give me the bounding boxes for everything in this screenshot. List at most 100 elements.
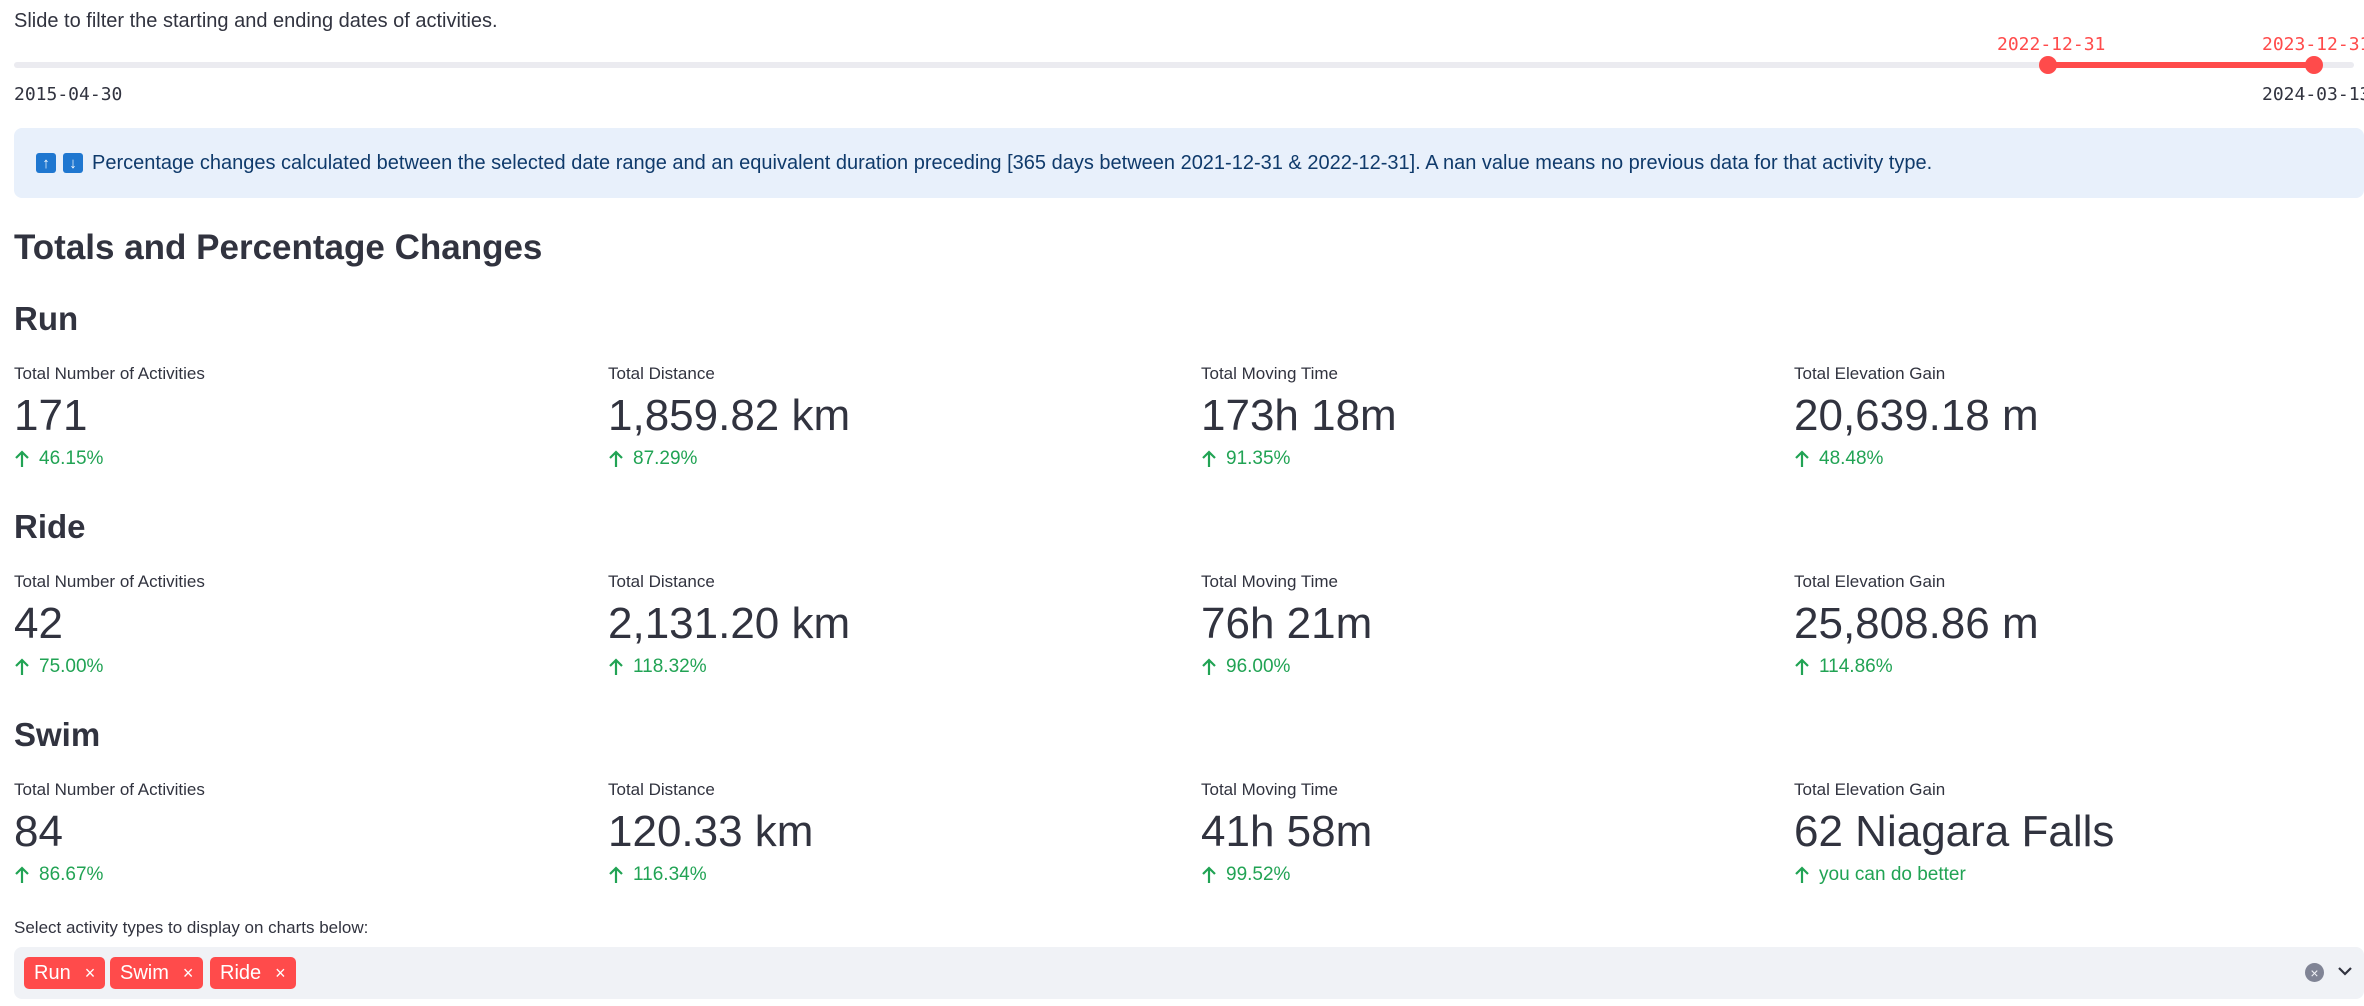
metric-label: Total Number of Activities bbox=[14, 780, 205, 799]
metric-label: Total Elevation Gain bbox=[1794, 364, 1946, 383]
metric-delta-text: 114.86% bbox=[1819, 656, 1893, 677]
metric-label: Total Moving Time bbox=[1201, 572, 1338, 591]
metric-delta-text: 87.29% bbox=[633, 448, 698, 469]
metric-distance: Total Distance 120.33 km 116.34% bbox=[608, 780, 813, 886]
metric-delta-text: 46.15% bbox=[39, 448, 104, 469]
metric-label: Total Distance bbox=[608, 780, 715, 799]
metric-value: 171 bbox=[14, 391, 88, 440]
chip-swim: Swim × bbox=[110, 957, 204, 989]
slider-min-label: 2015-04-30 bbox=[14, 84, 123, 105]
multiselect-caption: Select activity types to display on char… bbox=[14, 918, 369, 937]
slider-caption: Slide to filter the starting and ending … bbox=[14, 10, 498, 32]
info-alert: ↑ ↓ Percentage changes calculated betwee… bbox=[14, 128, 2364, 198]
metric-delta: 99.52% bbox=[1201, 864, 1372, 886]
arrow-up-icon bbox=[609, 450, 623, 467]
chip-label: Swim bbox=[120, 961, 169, 984]
arrow-up-icon bbox=[609, 866, 623, 883]
metric-delta-text: 91.35% bbox=[1226, 448, 1291, 469]
metric-delta-text: 75.00% bbox=[39, 656, 104, 677]
metric-delta-text: 118.32% bbox=[633, 656, 707, 677]
info-text: Percentage changes calculated between th… bbox=[92, 151, 1933, 174]
metric-delta: 116.34% bbox=[608, 864, 813, 886]
arrow-up-icon bbox=[15, 658, 29, 675]
page-section-title: Totals and Percentage Changes bbox=[14, 228, 543, 267]
metric-delta-text: 99.52% bbox=[1226, 864, 1291, 885]
metric-moving-time: Total Moving Time 173h 18m 91.35% bbox=[1201, 364, 1397, 470]
metric-value: 173h 18m bbox=[1201, 391, 1397, 440]
metric-distance: Total Distance 1,859.82 km 87.29% bbox=[608, 364, 850, 470]
chip-ride: Ride × bbox=[210, 957, 296, 989]
metric-label: Total Number of Activities bbox=[14, 364, 205, 383]
arrow-up-icon bbox=[609, 658, 623, 675]
group-title-swim: Swim bbox=[14, 716, 101, 753]
metric-label: Total Number of Activities bbox=[14, 572, 205, 591]
metric-value: 41h 58m bbox=[1201, 807, 1373, 856]
activity-type-multiselect[interactable]: Run × Swim × Ride × × bbox=[14, 947, 2364, 999]
metric-elevation-gain: Total Elevation Gain 25,808.86 m 114.86% bbox=[1794, 572, 2039, 678]
metric-label: Total Moving Time bbox=[1201, 364, 1338, 383]
metric-delta: 96.00% bbox=[1201, 656, 1372, 678]
date-range-slider-selected-range bbox=[2048, 62, 2314, 68]
clear-all-icon[interactable]: × bbox=[2305, 963, 2324, 982]
metric-value: 1,859.82 km bbox=[608, 391, 851, 440]
metric-elevation-gain: Total Elevation Gain 62 Niagara Falls yo… bbox=[1794, 780, 2114, 886]
metric-delta: 46.15% bbox=[14, 448, 205, 470]
close-icon[interactable]: × bbox=[275, 963, 286, 984]
arrow-up-emoji-icon: ↑ bbox=[36, 153, 56, 173]
arrow-up-icon bbox=[1795, 658, 1809, 675]
metric-value: 2,131.20 km bbox=[608, 599, 851, 648]
metric-value: 25,808.86 m bbox=[1794, 599, 2039, 648]
metric-delta-text: 96.00% bbox=[1226, 656, 1291, 677]
chevron-down-icon[interactable] bbox=[2336, 962, 2354, 980]
metric-activities: Total Number of Activities 42 75.00% bbox=[14, 572, 205, 678]
group-title-ride: Ride bbox=[14, 508, 86, 545]
metric-label: Total Moving Time bbox=[1201, 780, 1338, 799]
metric-delta-text: 48.48% bbox=[1819, 448, 1884, 469]
metric-delta: 118.32% bbox=[608, 656, 850, 678]
metric-value: 62 Niagara Falls bbox=[1794, 807, 2115, 856]
metric-activities: Total Number of Activities 171 46.15% bbox=[14, 364, 205, 470]
chip-run: Run × bbox=[24, 957, 106, 989]
metric-value: 20,639.18 m bbox=[1794, 391, 2039, 440]
arrow-up-icon bbox=[1202, 450, 1216, 467]
metric-delta-text: 116.34% bbox=[633, 864, 707, 885]
arrow-up-icon bbox=[1795, 450, 1809, 467]
metric-value: 42 bbox=[14, 599, 63, 648]
arrow-up-icon bbox=[15, 866, 29, 883]
metric-delta: 86.67% bbox=[14, 864, 205, 886]
metric-elevation-gain: Total Elevation Gain 20,639.18 m 48.48% bbox=[1794, 364, 2039, 470]
arrow-up-icon bbox=[15, 450, 29, 467]
metric-value: 84 bbox=[14, 807, 63, 856]
arrow-down-emoji-icon: ↓ bbox=[63, 153, 83, 173]
metric-delta: you can do better bbox=[1794, 864, 2114, 886]
slider-start-value: 2022-12-31 bbox=[1997, 34, 2106, 55]
slider-max-label: 2024-03-13 bbox=[2262, 84, 2364, 105]
metric-label: Total Elevation Gain bbox=[1794, 572, 1946, 591]
metric-delta-text: you can do better bbox=[1819, 864, 1966, 885]
slider-start-handle[interactable] bbox=[2039, 56, 2057, 74]
group-title-run: Run bbox=[14, 300, 79, 337]
arrow-up-icon bbox=[1795, 866, 1809, 883]
slider-end-value: 2023-12-31 bbox=[2262, 34, 2364, 55]
metric-delta: 87.29% bbox=[608, 448, 850, 470]
chip-label: Ride bbox=[220, 961, 262, 984]
metric-value: 76h 21m bbox=[1201, 599, 1373, 648]
metric-value: 120.33 km bbox=[608, 807, 814, 856]
metric-label: Total Distance bbox=[608, 364, 715, 383]
slider-end-handle[interactable] bbox=[2305, 56, 2323, 74]
metric-delta-text: 86.67% bbox=[39, 864, 104, 885]
app-page: Slide to filter the starting and ending … bbox=[0, 0, 2364, 1006]
chip-label: Run bbox=[34, 961, 71, 984]
close-icon[interactable]: × bbox=[85, 963, 96, 984]
metrics-row-swim: Total Number of Activities 84 86.67% Tot… bbox=[0, 780, 2364, 898]
metric-delta: 114.86% bbox=[1794, 656, 2039, 678]
arrow-up-icon bbox=[1202, 866, 1216, 883]
date-range-slider-track[interactable] bbox=[14, 62, 2354, 68]
metrics-row-ride: Total Number of Activities 42 75.00% Tot… bbox=[0, 572, 2364, 690]
close-icon[interactable]: × bbox=[183, 963, 194, 984]
metrics-row-run: Total Number of Activities 171 46.15% To… bbox=[0, 364, 2364, 482]
arrow-up-icon bbox=[1202, 658, 1216, 675]
metric-activities: Total Number of Activities 84 86.67% bbox=[14, 780, 205, 886]
metric-moving-time: Total Moving Time 76h 21m 96.00% bbox=[1201, 572, 1372, 678]
metric-label: Total Elevation Gain bbox=[1794, 780, 1946, 799]
